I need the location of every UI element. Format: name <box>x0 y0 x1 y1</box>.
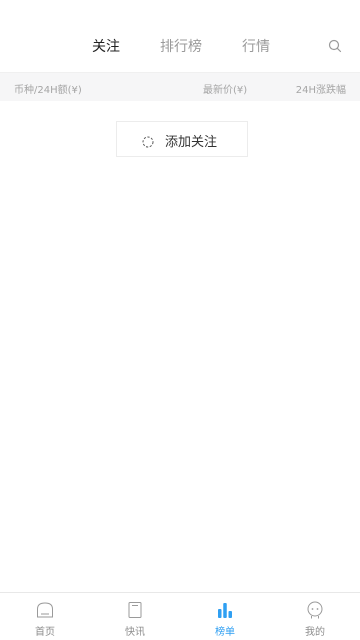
ranking-icon <box>216 601 234 619</box>
bottom-nav: 首页 快讯 榜单 我的 <box>0 592 360 640</box>
nav-label-news: 快讯 <box>125 627 145 638</box>
nav-label-mine: 我的 <box>305 627 325 638</box>
nav-item-news[interactable]: 快讯 <box>90 593 180 640</box>
app-root: 关注 排行榜 行情 币种/24H额(¥) 最新价(¥) 24H涨跌幅 添加关注 <box>0 0 360 640</box>
news-icon <box>126 601 144 619</box>
home-icon <box>36 601 54 619</box>
column-24h-change: 24H涨跌幅 <box>295 85 346 96</box>
add-follow-button[interactable]: 添加关注 <box>116 121 248 157</box>
nav-item-ranking[interactable]: 榜单 <box>180 593 270 640</box>
list-column-header: 币种/24H额(¥) 最新价(¥) 24H涨跌幅 <box>0 72 360 101</box>
tab-market[interactable]: 行情 <box>242 36 270 56</box>
profile-icon <box>306 601 324 619</box>
nav-label-ranking: 榜单 <box>215 627 235 638</box>
top-nav: 关注 排行榜 行情 <box>0 0 360 72</box>
nav-label-home: 首页 <box>35 627 55 638</box>
tab-follow[interactable]: 关注 <box>92 36 120 56</box>
search-icon[interactable] <box>328 38 342 53</box>
nav-item-home[interactable]: 首页 <box>0 593 90 640</box>
tab-ranking[interactable]: 排行榜 <box>160 36 202 56</box>
column-latest-price: 最新价(¥) <box>203 85 248 96</box>
add-follow-label: 添加关注 <box>165 135 218 150</box>
column-coin-volume: 币种/24H额(¥) <box>14 85 82 96</box>
circle-plus-icon <box>142 133 154 148</box>
nav-item-mine[interactable]: 我的 <box>270 593 360 640</box>
